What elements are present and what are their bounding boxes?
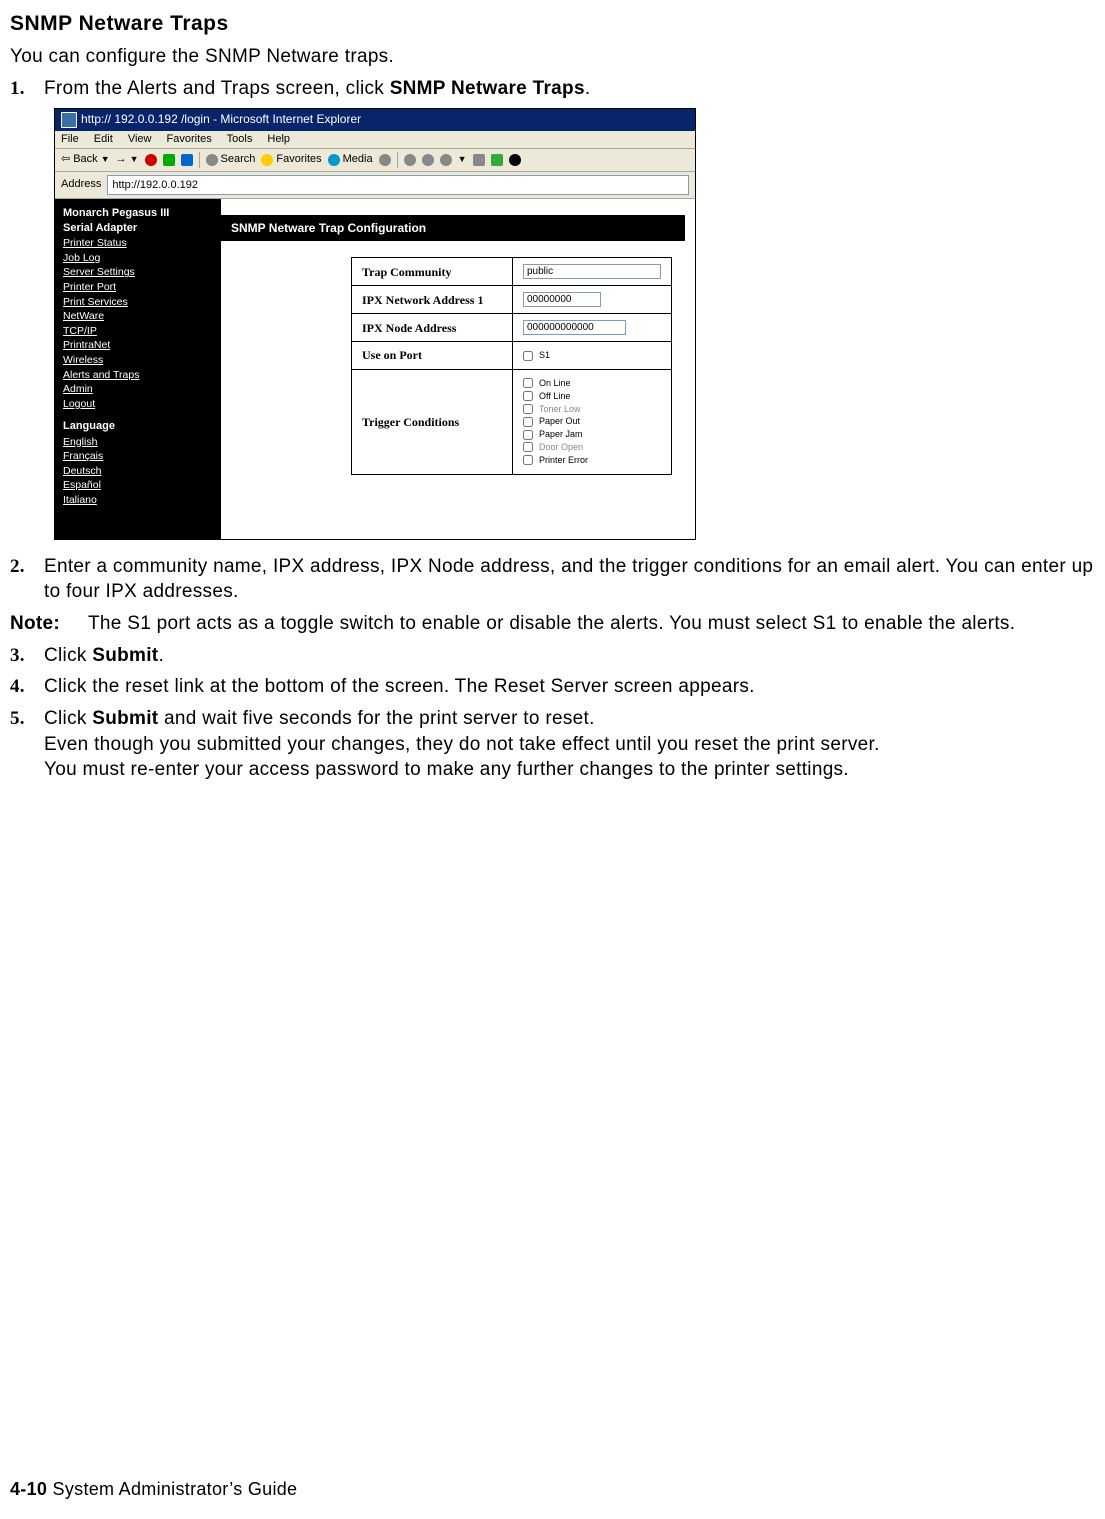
stop-icon[interactable] (145, 154, 157, 166)
sidebar-lang-francais[interactable]: Français (63, 450, 213, 463)
sidebar-item-print-services[interactable]: Print Services (63, 296, 213, 309)
step-number-5: 5. (10, 706, 44, 783)
step-number-2: 2. (10, 554, 44, 605)
trigger-paperout-checkbox[interactable] (523, 417, 533, 427)
sidebar-lang-espanol[interactable]: Español (63, 479, 213, 492)
book-title: System Administrator’s Guide (47, 1479, 297, 1499)
use-port-s1-checkbox[interactable] (523, 351, 533, 361)
sidebar-item-logout[interactable]: Logout (63, 398, 213, 411)
trigger-paperjam-checkbox[interactable] (523, 430, 533, 440)
toolbar: ⇦ Back ▼ → ▼ Search Favorites Media ▼ (55, 149, 695, 172)
search-icon (206, 154, 218, 166)
sidebar-item-printer-status[interactable]: Printer Status (63, 237, 213, 250)
sidebar: Monarch Pegasus III Serial Adapter Print… (55, 199, 221, 539)
home-icon[interactable] (181, 154, 193, 166)
sidebar-item-server-settings[interactable]: Server Settings (63, 266, 213, 279)
use-port-s1-label: S1 (539, 350, 550, 361)
step-5-body: Click Submit and wait five seconds for t… (44, 706, 1095, 783)
sidebar-title-1: Monarch Pegasus III (63, 207, 213, 220)
trigger-offline-checkbox[interactable] (523, 391, 533, 401)
menu-tools[interactable]: Tools (227, 133, 253, 145)
ipx-network-input[interactable] (523, 292, 601, 307)
extra-icon[interactable] (509, 154, 521, 166)
media-icon (328, 154, 340, 166)
sidebar-item-tcpip[interactable]: TCP/IP (63, 325, 213, 338)
page-footer: 4-10 System Administrator’s Guide (10, 1477, 297, 1501)
trigger-conditions-label: Trigger Conditions (352, 370, 513, 475)
star-icon (261, 154, 273, 166)
menu-help[interactable]: Help (267, 133, 290, 145)
trigger-tonerlow-label: Toner Low (539, 404, 581, 415)
menu-edit[interactable]: Edit (94, 133, 113, 145)
mail-icon[interactable] (404, 154, 416, 166)
step-2-body: Enter a community name, IPX address, IPX… (44, 554, 1095, 605)
trigger-printererror-label: Printer Error (539, 455, 588, 466)
window-title: http:// 192.0.0.192 /login - Microsoft I… (81, 112, 361, 126)
step-4-body: Click the reset link at the bottom of th… (44, 674, 1095, 700)
step-number-4: 4. (10, 674, 44, 700)
ie-icon (61, 112, 77, 128)
note-label: Note: (10, 611, 88, 637)
note-text: The S1 port acts as a toggle switch to e… (88, 611, 1095, 637)
config-table: Trap Community IPX Network Address 1 IPX… (351, 257, 672, 474)
trigger-tonerlow-checkbox[interactable] (523, 404, 533, 414)
trigger-dooropen-label: Door Open (539, 442, 583, 453)
page-number: 4-10 (10, 1479, 47, 1499)
sidebar-item-printranet[interactable]: PrintraNet (63, 339, 213, 352)
step-3-body: Click Submit. (44, 643, 1095, 669)
address-bar: Address (55, 172, 695, 199)
edit-icon[interactable] (440, 154, 452, 166)
menu-view[interactable]: View (128, 133, 152, 145)
sidebar-lang-deutsch[interactable]: Deutsch (63, 465, 213, 478)
sidebar-item-printer-port[interactable]: Printer Port (63, 281, 213, 294)
trigger-online-label: On Line (539, 378, 571, 389)
ipx-node-label: IPX Node Address (352, 314, 513, 342)
step-number-1: 1. (10, 76, 44, 102)
trap-community-label: Trap Community (352, 258, 513, 286)
embedded-screenshot: http:// 192.0.0.192 /login - Microsoft I… (54, 108, 1095, 540)
sidebar-item-job-log[interactable]: Job Log (63, 252, 213, 265)
history-icon[interactable] (379, 154, 391, 166)
sidebar-item-wireless[interactable]: Wireless (63, 354, 213, 367)
media-button[interactable]: Media (328, 153, 373, 166)
section-heading: SNMP Netware Traps (10, 10, 1095, 38)
messenger-icon[interactable] (491, 154, 503, 166)
refresh-icon[interactable] (163, 154, 175, 166)
window-titlebar: http:// 192.0.0.192 /login - Microsoft I… (55, 109, 695, 131)
sidebar-language-label: Language (63, 420, 213, 433)
search-button[interactable]: Search (206, 153, 256, 166)
trap-community-input[interactable] (523, 264, 661, 279)
print-icon[interactable] (422, 154, 434, 166)
ipx-node-input[interactable] (523, 320, 626, 335)
back-button[interactable]: ⇦ Back ▼ (61, 153, 110, 166)
menu-bar[interactable]: File Edit View Favorites Tools Help (55, 131, 695, 149)
trigger-paperjam-label: Paper Jam (539, 429, 583, 440)
dropdown-icon[interactable]: ▼ (458, 154, 467, 165)
address-label: Address (61, 178, 101, 191)
forward-button[interactable]: → ▼ (116, 153, 139, 166)
sidebar-lang-italiano[interactable]: Italiano (63, 494, 213, 507)
page-title: SNMP Netware Trap Configuration (221, 215, 685, 241)
trigger-paperout-label: Paper Out (539, 416, 580, 427)
sidebar-item-netware[interactable]: NetWare (63, 310, 213, 323)
discuss-icon[interactable] (473, 154, 485, 166)
trigger-offline-label: Off Line (539, 391, 570, 402)
step-1-body: From the Alerts and Traps screen, click … (44, 76, 1095, 102)
sidebar-lang-english[interactable]: English (63, 436, 213, 449)
ipx-network-label: IPX Network Address 1 (352, 286, 513, 314)
trigger-printererror-checkbox[interactable] (523, 455, 533, 465)
favorites-button[interactable]: Favorites (261, 153, 321, 166)
sidebar-item-alerts-traps[interactable]: Alerts and Traps (63, 369, 213, 382)
menu-file[interactable]: File (61, 133, 79, 145)
address-input[interactable] (107, 175, 689, 195)
sidebar-title-2: Serial Adapter (63, 222, 213, 235)
intro-text: You can configure the SNMP Netware traps… (10, 44, 1095, 70)
trigger-dooropen-checkbox[interactable] (523, 442, 533, 452)
use-on-port-label: Use on Port (352, 342, 513, 370)
sidebar-item-admin[interactable]: Admin (63, 383, 213, 396)
step-number-3: 3. (10, 643, 44, 669)
trigger-online-checkbox[interactable] (523, 378, 533, 388)
menu-favorites[interactable]: Favorites (167, 133, 212, 145)
